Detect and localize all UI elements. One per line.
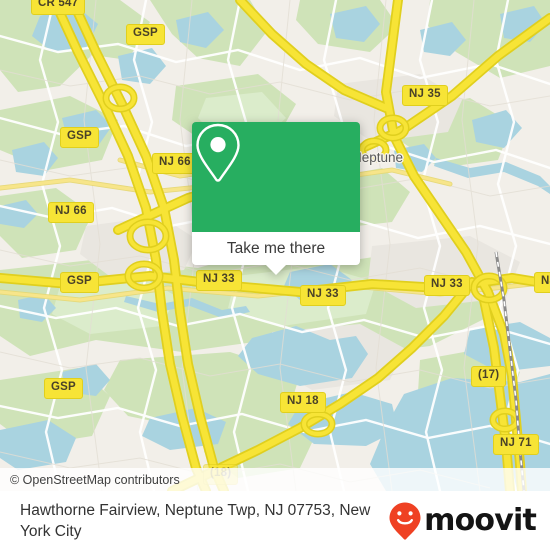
road-shield-cr-547[interactable]: CR 547 [31, 0, 86, 15]
road-shield-nj-33-mid[interactable]: NJ 33 [300, 285, 346, 306]
road-shield-nj-18[interactable]: NJ 18 [280, 392, 326, 413]
footer-bar: Hawthorne Fairview, Neptune Twp, NJ 0775… [0, 491, 550, 550]
take-me-there-label: Take me there [226, 239, 326, 257]
osm-attribution-text[interactable]: © OpenStreetMap contributors [10, 473, 180, 487]
callout-pin-area [192, 122, 360, 232]
callout-pointer-tail [266, 265, 286, 275]
moovit-smiley-pin-icon [389, 502, 421, 540]
screenshot-root: Neptune CR 547 GSP NJ 35 GSP NJ 66 NJ 66… [0, 0, 550, 550]
road-shield-nj-66-left[interactable]: NJ 66 [48, 202, 94, 223]
road-shield-gsp-mid-left[interactable]: GSP [60, 272, 99, 293]
road-shield-nj-35[interactable]: NJ 35 [402, 85, 448, 106]
moovit-wordmark: moovit [424, 502, 537, 538]
map-canvas[interactable]: Neptune CR 547 GSP NJ 35 GSP NJ 66 NJ 66… [0, 0, 550, 491]
road-shield-nj-71[interactable]: NJ 71 [493, 434, 539, 455]
road-shield-gsp-top[interactable]: GSP [126, 24, 165, 45]
location-title: Hawthorne Fairview, Neptune Twp, NJ 0775… [20, 501, 371, 540]
road-shield-nj-66-right[interactable]: NJ 66 [152, 153, 198, 174]
road-shield-nj-edge-right[interactable]: NJ [534, 272, 550, 293]
moovit-brand[interactable]: moovit [388, 501, 537, 541]
road-shield-route-17[interactable]: (17) [471, 366, 507, 387]
road-shield-nj-33-right[interactable]: NJ 33 [424, 275, 470, 296]
road-shield-gsp-upper-left[interactable]: GSP [60, 127, 99, 148]
map-attribution-bar: © OpenStreetMap contributors [0, 468, 550, 491]
map-pin-icon [196, 123, 240, 182]
road-shield-nj-33-left[interactable]: NJ 33 [196, 270, 242, 291]
road-shield-gsp-lower-left[interactable]: GSP [44, 378, 83, 399]
location-callout-card[interactable]: Take me there [192, 122, 360, 275]
callout-action-bar[interactable]: Take me there [192, 232, 360, 275]
